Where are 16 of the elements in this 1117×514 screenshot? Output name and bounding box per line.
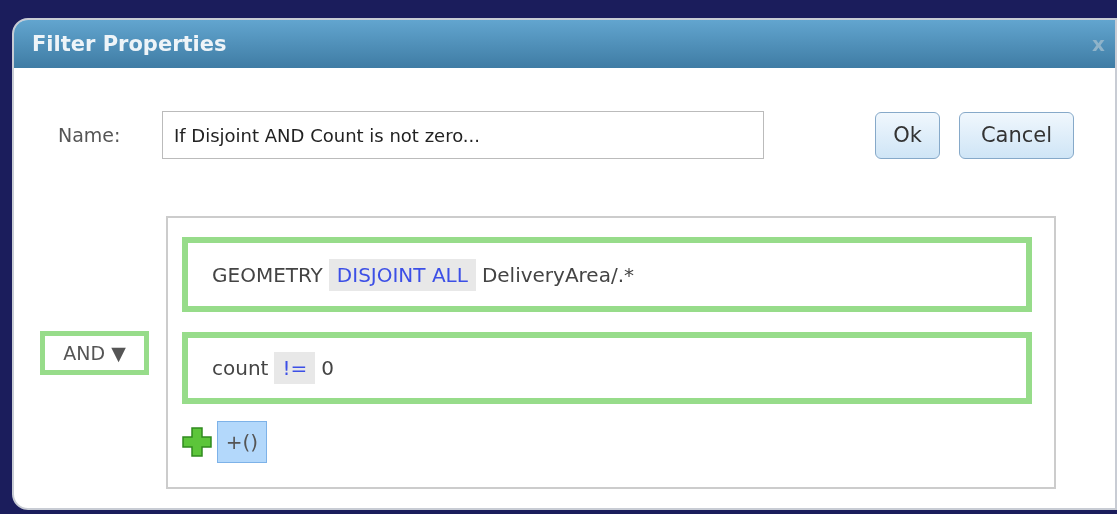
name-field[interactable]: If Disjoint AND Count is not zero... <box>162 111 764 159</box>
logic-operator-dropdown[interactable]: AND ▼ <box>40 330 149 375</box>
window-title: Filter Properties <box>32 32 227 56</box>
cancel-button[interactable]: Cancel <box>959 111 1074 159</box>
value-text: DeliveryArea/.* <box>481 261 634 289</box>
add-group-button[interactable]: +() <box>217 421 267 463</box>
name-label: Name: <box>57 124 122 146</box>
condition-row[interactable]: GEOMETRY DISJOINT ALL DeliveryArea/.* <box>182 237 1032 312</box>
field-name: count <box>212 355 269 382</box>
operator-token[interactable]: DISJOINT ALL <box>328 258 476 291</box>
operator-token[interactable]: != <box>274 352 316 384</box>
ok-button[interactable]: Ok <box>875 111 940 159</box>
value-text: 0 <box>321 355 334 382</box>
add-plus-icon[interactable] <box>182 427 212 457</box>
field-name: GEOMETRY <box>212 261 323 289</box>
condition-row[interactable]: count != 0 <box>182 332 1032 404</box>
